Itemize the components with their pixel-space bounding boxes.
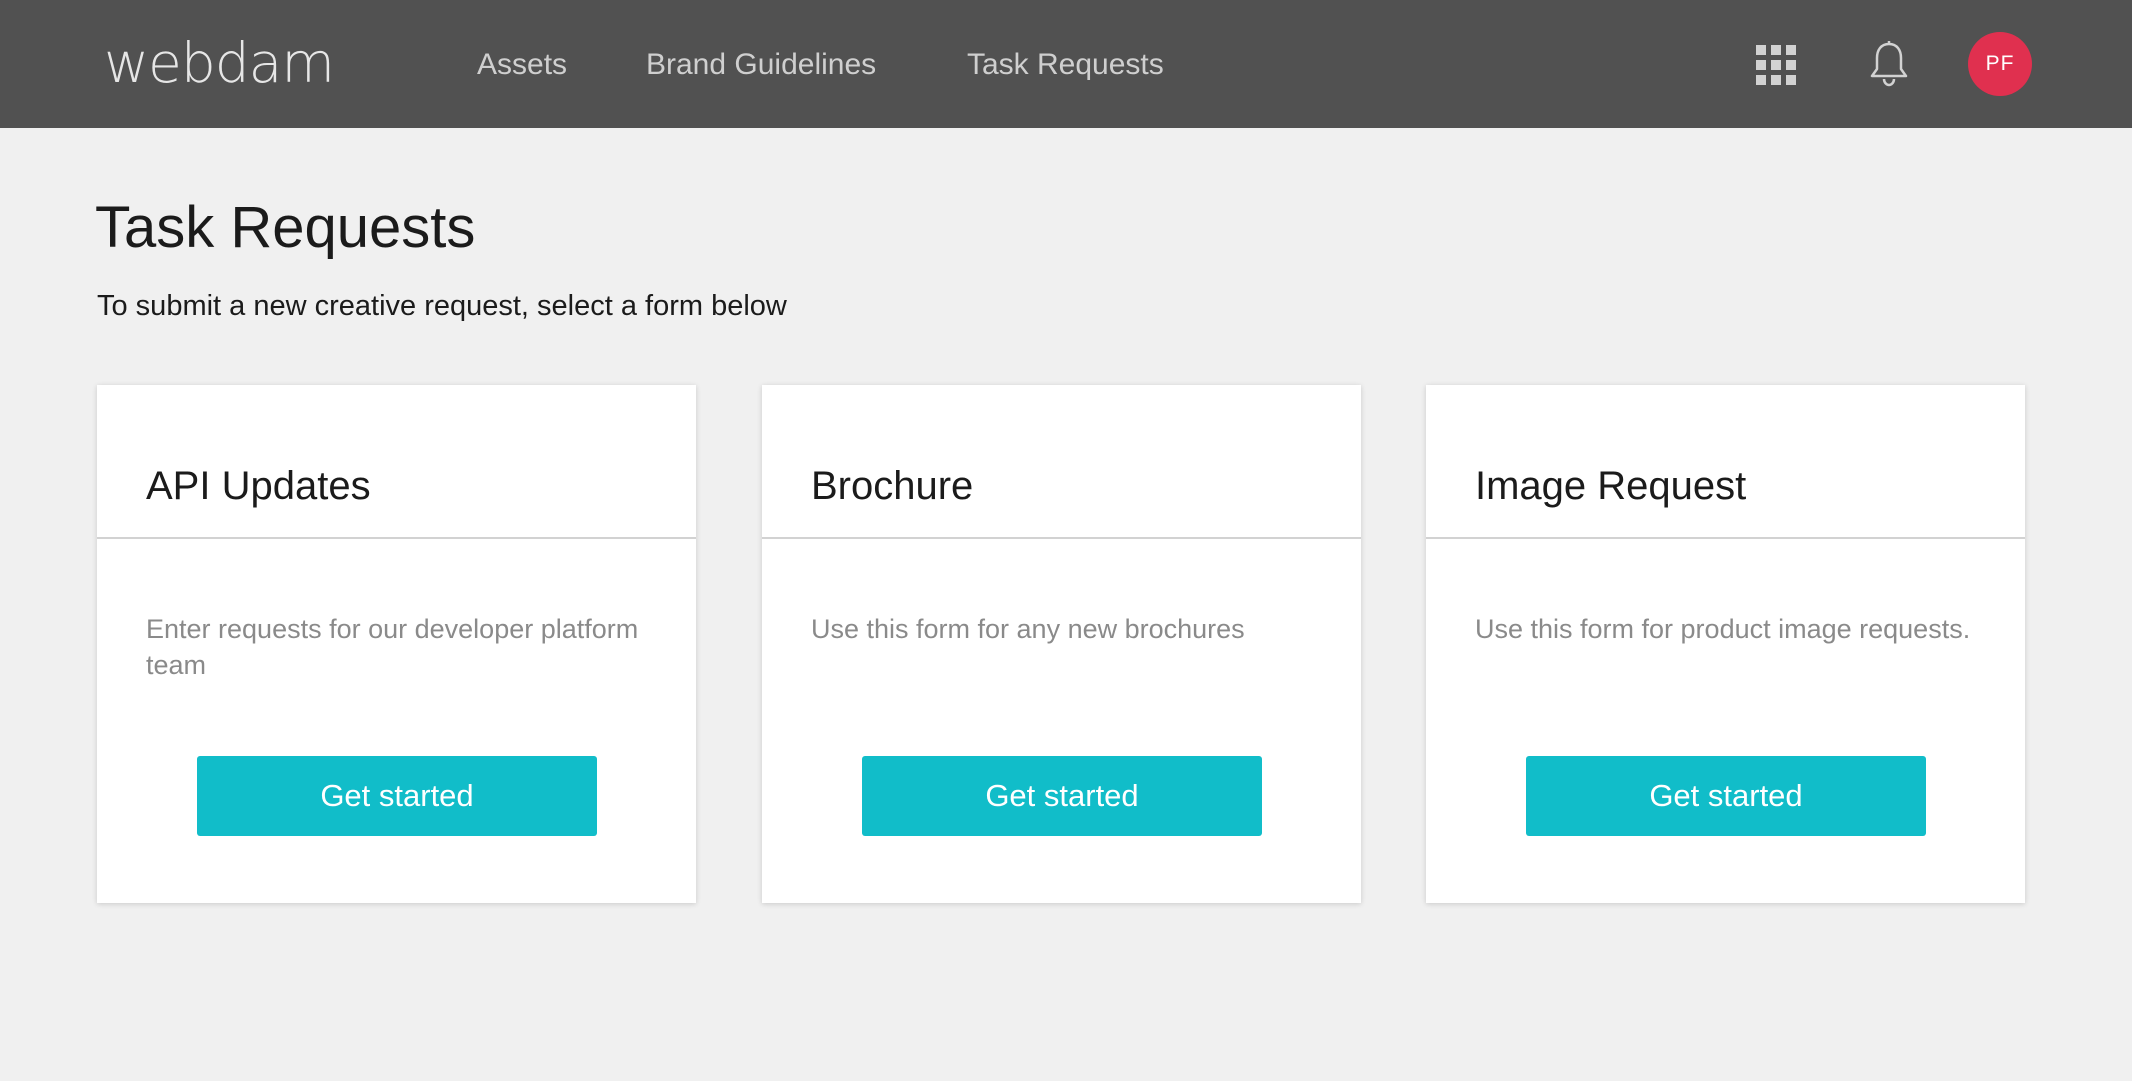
apps-grid-icon[interactable] [1756, 45, 1796, 85]
bell-icon[interactable] [1868, 40, 1910, 88]
get-started-button[interactable]: Get started [197, 756, 597, 836]
card-title: Brochure [811, 464, 974, 508]
card-description: Use this form for any new brochures [811, 614, 1245, 644]
form-card-image-request: Image Request Use this form for product … [1426, 385, 2025, 903]
nav-item-brand-guidelines[interactable]: Brand Guidelines [646, 42, 876, 88]
user-avatar[interactable]: PF [1968, 32, 2032, 96]
form-card-brochure: Brochure Use this form for any new broch… [762, 385, 1361, 903]
page-title: Task Requests [95, 195, 476, 260]
get-started-button[interactable]: Get started [862, 756, 1262, 836]
top-navigation-bar: webdam Assets Brand Guidelines Task Requ… [0, 0, 2132, 128]
card-title: API Updates [146, 464, 371, 508]
card-header: API Updates [97, 385, 696, 539]
webdam-logo[interactable]: webdam [104, 31, 335, 95]
card-title: Image Request [1475, 464, 1747, 508]
card-description: Use this form for product image requests… [1475, 614, 1971, 644]
page-subtitle: To submit a new creative request, select… [97, 290, 787, 322]
card-header: Image Request [1426, 385, 2025, 539]
nav-item-assets[interactable]: Assets [477, 42, 567, 88]
card-header: Brochure [762, 385, 1361, 539]
get-started-button[interactable]: Get started [1526, 756, 1926, 836]
nav-item-task-requests[interactable]: Task Requests [967, 42, 1164, 88]
form-card-api-updates: API Updates Enter requests for our devel… [97, 385, 696, 903]
card-description: Enter requests for our developer platfor… [146, 614, 639, 680]
